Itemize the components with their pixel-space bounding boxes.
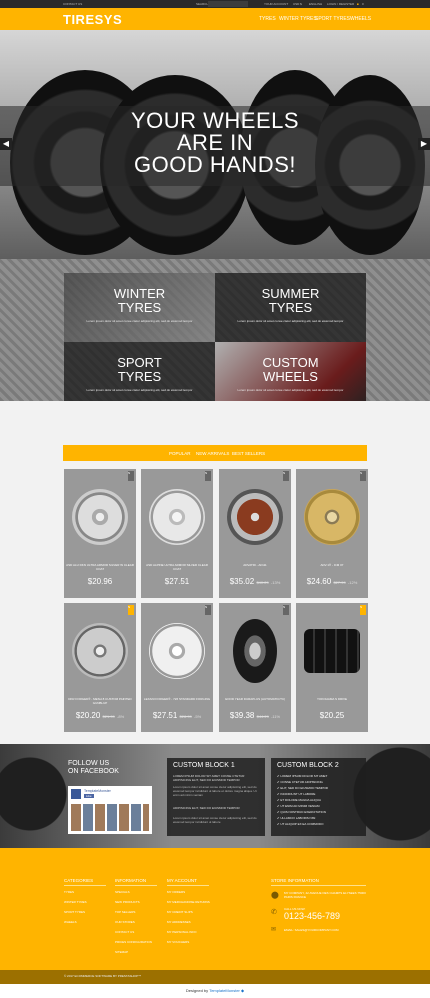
- product-card[interactable]: N YOKOHAMA S DRIVE $20.25: [296, 603, 368, 732]
- store-address: MY COMPANY, 42 AVENUE DES CHAMPS ELYSEES…: [284, 891, 366, 899]
- footer-link[interactable]: MY VOUCHERS: [167, 940, 189, 944]
- copyright-text: © 2017 ECOMMERCE SOFTWARE BY PRESTASHOP™: [64, 974, 142, 978]
- product-image: [145, 475, 209, 559]
- header: TIRESYS TYRES WINTER TYRES SPORT TYRES W…: [0, 8, 430, 30]
- templatemonster-logo-icon: ◆: [241, 988, 245, 993]
- custom-block-1: CUSTOM BLOCK 1 LOREM IPSUM DOLOR SIT AME…: [167, 758, 265, 836]
- tab-new-arrivals[interactable]: NEW ARRIVALS: [196, 451, 229, 456]
- product-price: $27.51: [152, 711, 178, 720]
- hero-slider[interactable]: YOUR WHEELS ARE IN GOOD HANDS! ◀ ▶: [0, 30, 430, 259]
- product-image: [223, 475, 287, 559]
- product-image: [145, 609, 209, 693]
- phone-icon: ✆: [271, 909, 277, 916]
- product-image: [223, 609, 287, 693]
- footer-link[interactable]: MY ORDERS: [167, 890, 185, 894]
- footer-categories-title: CATEGORIES: [64, 878, 94, 883]
- nav-winter-tyres[interactable]: WINTER TYRES: [279, 16, 317, 22]
- currency-select[interactable]: USD $: [293, 2, 302, 6]
- footer-link[interactable]: WHEELS: [64, 920, 77, 924]
- footer-information-title: INFORMATION: [115, 878, 147, 883]
- language-select[interactable]: ENGLISH: [309, 2, 322, 6]
- designed-by-bar: Designed by TemplateMonster ◆: [0, 984, 430, 998]
- product-price: $35.02: [229, 577, 255, 586]
- contact-us-link[interactable]: CONTACT US: [63, 2, 82, 6]
- product-card[interactable]: N GOOD YEAR DURAPLUS (AUTOMATIC/TC) $39.…: [219, 603, 291, 732]
- footer-link[interactable]: PRICES CONFIGURATION: [115, 940, 152, 944]
- cart-count: 0: [362, 2, 364, 6]
- footer-link[interactable]: TOP SELLERS: [115, 910, 135, 914]
- footer-link[interactable]: MY CREDIT SLIPS: [167, 910, 193, 914]
- copyright-bar: © 2017 ECOMMERCE SOFTWARE BY PRESTASHOP™: [0, 970, 430, 984]
- product-price: $20.96: [87, 577, 113, 586]
- top-bar: CONTACT US SEARCH YOUR ACCOUNT USD $ ENG…: [0, 0, 430, 8]
- facebook-icon: [71, 789, 81, 799]
- category-summer-tyres[interactable]: SUMMER TYRES Lorem ipsum dolor sit amet c…: [215, 273, 366, 342]
- search-input[interactable]: [208, 1, 248, 7]
- search-label: SEARCH: [196, 2, 209, 6]
- product-image: [300, 609, 364, 693]
- product-image: [300, 475, 364, 559]
- product-card[interactable]: N ADVATID - AF111 $35.02 $40.29 -13%: [219, 469, 291, 598]
- products-section: POPULAR NEW ARRIVALS BEST SELLERS N ASD …: [0, 401, 430, 744]
- footer-link[interactable]: TYRES: [64, 890, 74, 894]
- store-phone: 0123-456-789: [284, 911, 341, 921]
- product-card[interactable]: N LEXANI FORGED® - 726 STANDARD FORGING …: [141, 603, 213, 732]
- footer-link[interactable]: CONTACT US: [115, 930, 134, 934]
- product-price: $20.20: [75, 711, 101, 720]
- product-image: [68, 475, 132, 559]
- location-icon: ⬤: [271, 892, 279, 899]
- product-price: $24.60: [306, 577, 332, 586]
- designer-link[interactable]: TemplateMonster: [209, 988, 240, 993]
- footer-link[interactable]: NEW PRODUCTS: [115, 900, 140, 904]
- product-price: $20.25: [319, 711, 345, 720]
- product-price: $27.51: [164, 577, 190, 586]
- nav-sport-tyres[interactable]: SPORT TYRES: [315, 16, 350, 22]
- footer-link[interactable]: SITEMAP: [115, 950, 128, 954]
- info-blocks-section: FOLLOW US ON FACEBOOK TemplateMonster Lik…: [0, 744, 430, 848]
- slider-prev-arrow-icon[interactable]: ◀: [0, 138, 12, 150]
- footer-link[interactable]: WINTER TYRES: [64, 900, 87, 904]
- cart-icon[interactable]: ■: [357, 2, 359, 6]
- footer-link[interactable]: SPORT TYRES: [64, 910, 85, 914]
- footer-link[interactable]: MY PERSONAL INFO: [167, 930, 197, 934]
- hero-headline: YOUR WHEELS ARE IN GOOD HANDS!: [130, 108, 300, 177]
- fans-avatars: [71, 804, 149, 831]
- footer-my-account-title: MY ACCOUNT: [167, 878, 197, 883]
- store-email[interactable]: EMAIL: SALES@YOURCOMPANY.COM: [284, 928, 338, 932]
- product-card[interactable]: N ADV.1® - ICM 07 $24.60 $27.99 -12%: [296, 469, 368, 598]
- product-card[interactable]: N DKR FORGED® - MESH 8 CUSTOM PAINTED GU…: [64, 603, 136, 732]
- product-card[interactable]: N ASD ALU DKN ULTRA ARMOR SILVER W CLEAR…: [64, 469, 136, 598]
- category-sport-tyres[interactable]: SPORT TYRES Lorem ipsum dolor sit amet co…: [64, 342, 215, 401]
- footer-link[interactable]: SPECIALS: [115, 890, 130, 894]
- product-image: [68, 609, 132, 693]
- category-custom-wheels[interactable]: CUSTOM WHEELS Lorem ipsum dolor sit amet …: [215, 342, 366, 401]
- slider-next-arrow-icon[interactable]: ▶: [418, 138, 430, 150]
- nav-wheels[interactable]: WHEELS: [350, 16, 371, 22]
- footer-link[interactable]: MY MERCHANDISE RETURNS: [167, 900, 210, 904]
- category-winter-tyres[interactable]: WINTER TYRES Lorem ipsum dolor sit amet c…: [64, 273, 215, 342]
- logo[interactable]: TIRESYS: [63, 12, 122, 27]
- product-tabs: POPULAR NEW ARRIVALS BEST SELLERS: [63, 445, 367, 461]
- tab-popular[interactable]: POPULAR: [169, 451, 191, 456]
- page: { "topbar": { "contact_us": "CONTACT US"…: [0, 0, 430, 998]
- facebook-block: FOLLOW US ON FACEBOOK TemplateMonster Lik…: [64, 758, 157, 836]
- footer-link[interactable]: OUR STORES: [115, 920, 135, 924]
- like-button[interactable]: Like: [84, 794, 94, 798]
- facebook-widget[interactable]: TemplateMonster Like: [68, 786, 152, 834]
- tab-best-sellers[interactable]: BEST SELLERS: [232, 451, 265, 456]
- product-price: $39.38: [229, 711, 255, 720]
- nav-tyres[interactable]: TYRES: [259, 16, 276, 22]
- custom-block-2: CUSTOM BLOCK 2 ✔ LOREM IPSUM DOLOR SIT A…: [271, 758, 366, 836]
- footer-store-info-title: STORE INFORMATION: [271, 878, 319, 883]
- footer: CATEGORIES TYRES WINTER TYRES SPORT TYRE…: [0, 848, 430, 970]
- your-account-link[interactable]: YOUR ACCOUNT: [264, 2, 288, 6]
- footer-link[interactable]: MY ADDRESSES: [167, 920, 191, 924]
- login-link[interactable]: LOGIN / REGISTER: [327, 2, 354, 6]
- category-banners: WINTER TYRES Lorem ipsum dolor sit amet c…: [0, 259, 430, 401]
- email-icon: ✉: [271, 927, 277, 933]
- product-card[interactable]: N ASD ALPINE ULTRA ARMOR SILVER CLEAR CO…: [141, 469, 213, 598]
